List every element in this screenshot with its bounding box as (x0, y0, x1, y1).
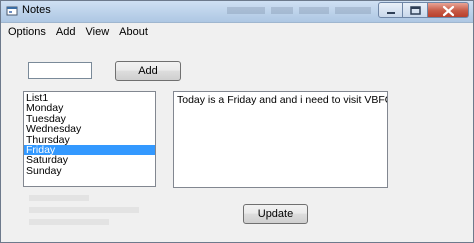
note-text: Today is a Friday and and i need to visi… (177, 94, 387, 106)
close-button[interactable] (428, 2, 469, 18)
menu-options[interactable]: Options (1, 23, 51, 41)
close-icon (442, 5, 455, 17)
days-listbox[interactable]: List1 Monday Tuesday Wednesday Thursday … (23, 91, 156, 187)
background-ghost-decoration (29, 195, 139, 225)
maximize-icon (410, 6, 421, 15)
minimize-button[interactable] (378, 2, 403, 18)
menu-bar: Options Add View About (1, 23, 473, 41)
menu-add[interactable]: Add (51, 23, 81, 41)
note-textarea[interactable]: Today is a Friday and and i need to visi… (173, 91, 388, 188)
caption-buttons (378, 2, 469, 19)
list-item[interactable]: Wednesday (24, 124, 155, 135)
app-window-icon (6, 5, 18, 17)
notes-window: Notes Options Add View About Add List1 M… (0, 0, 474, 243)
menu-view[interactable]: View (81, 23, 115, 41)
list-item[interactable]: Sunday (24, 165, 155, 176)
title-bar[interactable]: Notes (1, 1, 473, 23)
new-item-input[interactable] (28, 62, 92, 79)
update-button[interactable]: Update (243, 204, 308, 224)
window-title: Notes (22, 4, 51, 16)
background-title-ghost (227, 5, 377, 16)
add-button[interactable]: Add (115, 61, 181, 81)
minimize-icon (387, 12, 395, 14)
menu-about[interactable]: About (114, 23, 153, 41)
maximize-button[interactable] (403, 2, 428, 18)
